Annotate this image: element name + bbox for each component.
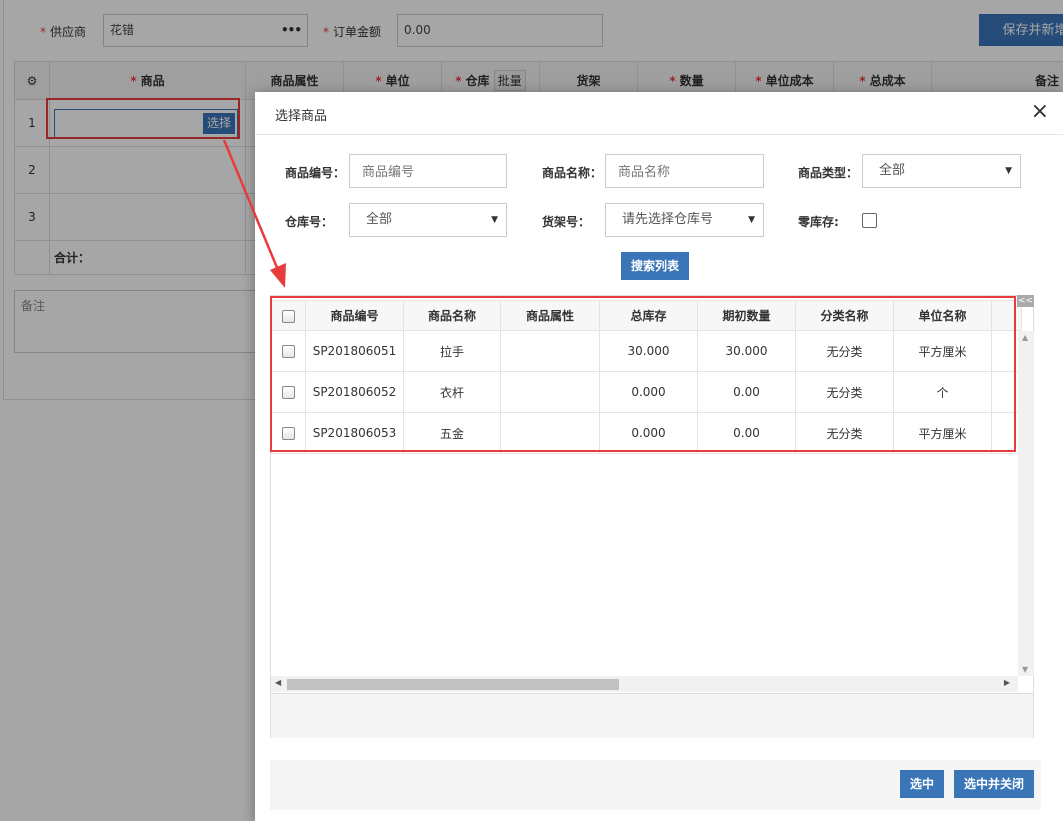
chevron-down-icon: ▼ <box>748 215 755 225</box>
warehouse-select[interactable]: 全部 ▼ <box>349 203 507 237</box>
grid-pager-area <box>271 693 1033 738</box>
dialog-footer: 选中 选中并关闭 <box>270 760 1041 810</box>
shelf-label: 货架号： <box>542 215 591 229</box>
select-button[interactable]: 选中 <box>900 770 944 798</box>
divider <box>255 134 1063 135</box>
scroll-right-icon[interactable]: ▶ <box>1004 678 1010 687</box>
vertical-scrollbar[interactable]: ▲ ▼ <box>1018 331 1034 676</box>
scroll-down-icon[interactable]: ▼ <box>1022 665 1028 674</box>
code-label: 商品编号： <box>285 166 346 180</box>
select-and-close-button[interactable]: 选中并关闭 <box>954 770 1034 798</box>
type-select-value: 全部 <box>879 163 906 178</box>
name-label: 商品名称： <box>542 166 603 180</box>
close-icon[interactable]: × <box>1031 101 1049 123</box>
scroll-left-icon[interactable]: ◀ <box>275 678 281 687</box>
shelf-select-value: 请先选择仓库号 <box>622 212 714 227</box>
chevron-down-icon: ▼ <box>1005 166 1012 176</box>
warehouse-label: 仓库号： <box>285 215 334 229</box>
select-product-dialog: 选择商品 × 商品编号： 商品名称： 商品类型： 全部 ▼ 仓库号： 全部 ▼ 货架… <box>255 92 1063 821</box>
scroll-thumb[interactable] <box>287 679 619 690</box>
search-list-button[interactable]: 搜索列表 <box>621 252 689 280</box>
type-select[interactable]: 全部 ▼ <box>862 154 1021 188</box>
type-label: 商品类型： <box>798 166 859 180</box>
zero-stock-checkbox[interactable] <box>862 213 877 228</box>
scroll-up-icon[interactable]: ▲ <box>1022 333 1028 342</box>
name-input[interactable] <box>605 154 764 188</box>
collapse-icon[interactable]: << <box>1017 295 1034 307</box>
code-input[interactable] <box>349 154 507 188</box>
dialog-title: 选择商品 <box>275 109 328 124</box>
highlight-box-results <box>270 296 1016 452</box>
warehouse-select-value: 全部 <box>366 212 393 227</box>
zero-stock-label: 零库存: <box>798 215 839 229</box>
horizontal-scrollbar[interactable]: ◀ ▶ <box>271 676 1018 692</box>
chevron-down-icon: ▼ <box>491 215 498 225</box>
shelf-select[interactable]: 请先选择仓库号 ▼ <box>605 203 764 237</box>
